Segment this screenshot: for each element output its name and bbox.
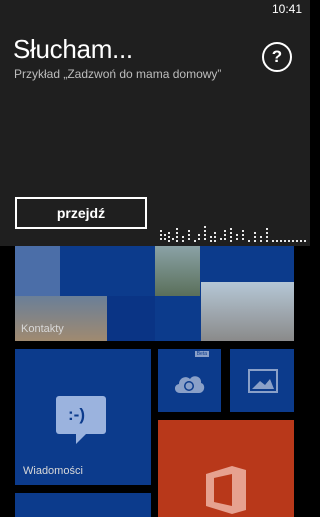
people-photo-4 — [201, 282, 294, 341]
people-tile[interactable]: Kontakty — [15, 246, 294, 341]
cloud-tile[interactable]: Beta — [158, 349, 221, 412]
listening-title: Słucham... — [13, 34, 133, 64]
messaging-tile[interactable]: :-) Wiadomości — [15, 349, 151, 485]
image-edit-icon — [248, 369, 278, 393]
speech-example-text: Przykład „Zadzwoń do mama domowy” — [14, 67, 222, 81]
go-button-label: przejdź — [56, 205, 106, 221]
start-screen-tiles: Kontakty :-) Wiadomości Beta — [0, 246, 310, 517]
audio-level-meter — [160, 226, 306, 242]
status-time: 10:41 — [271, 2, 302, 16]
messaging-tile-label: Wiadomości — [23, 465, 83, 477]
cloud-globe-icon — [174, 376, 205, 393]
chat-icon: :-) — [56, 396, 106, 444]
people-photo-1 — [15, 246, 60, 296]
people-tile-label: Kontakty — [21, 323, 64, 335]
help-icon: ? — [271, 47, 283, 66]
beta-badge: Beta — [194, 351, 209, 357]
office-tile[interactable] — [158, 420, 294, 517]
go-button[interactable]: przejdź — [15, 197, 147, 229]
help-button[interactable]: ? — [262, 42, 292, 72]
speech-overlay: 10:41 Słucham... Przykład „Zadzwoń do ma… — [0, 0, 310, 246]
people-photo-5 — [107, 296, 155, 341]
chat-icon-glyph: :-) — [68, 405, 85, 424]
people-photo-2 — [155, 246, 200, 296]
office-icon — [206, 466, 246, 514]
bottom-tile[interactable] — [15, 493, 151, 517]
image-tile[interactable] — [230, 349, 294, 412]
